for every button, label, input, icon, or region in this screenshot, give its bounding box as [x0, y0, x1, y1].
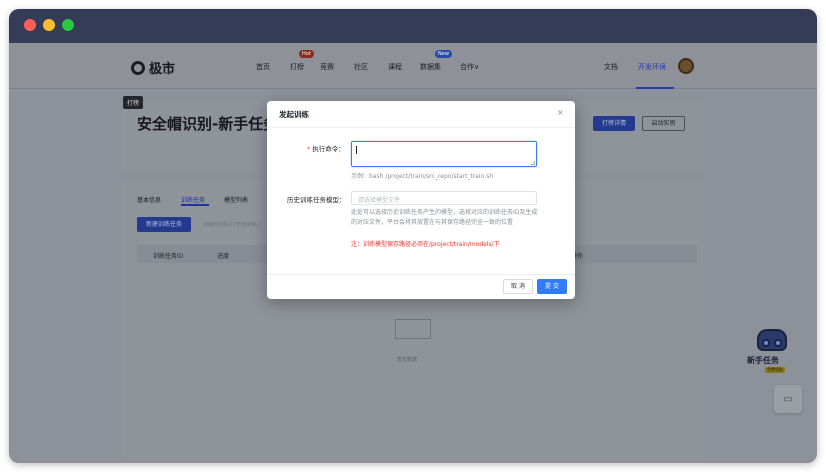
dialog-footer-divider [267, 274, 575, 275]
tab-training-tasks[interactable]: 训练任务 [181, 195, 205, 204]
promo-label: 新手任务 [747, 356, 779, 365]
model-path-warning: 注：训练模型保存路径必须在/project/train/models/下 [351, 241, 500, 248]
command-example: 示例：bash /project/train/src_repo/start_tr… [351, 173, 494, 180]
nav-item-cooperation[interactable]: 合作∨ [460, 62, 479, 72]
nav-active-indicator [636, 87, 674, 89]
new-badge: New [435, 50, 452, 58]
logo[interactable]: 极市 EXTREMA MART [131, 58, 175, 77]
tab-basic-info[interactable]: 基本信息 [137, 195, 161, 204]
chat-support-button[interactable]: ▭ [774, 385, 802, 413]
dialog-title: 发起训练 [279, 110, 309, 119]
nav-item-home[interactable]: 首页 [256, 62, 270, 72]
newbie-task-promo[interactable]: 新手任务 免费领取 [747, 327, 803, 375]
start-training-dialog: 发起训练 × * 执行命令： 示例：bash /project/train/src… [267, 101, 575, 299]
page-title: 安全帽识别-新手任务 [137, 115, 279, 133]
app-window: 极市 EXTREMA MART 首页 打榜 Hot 竞赛 社区 课程 数据集 N… [9, 9, 817, 463]
window-titlebar [9, 9, 817, 43]
nav-item-dev-env[interactable]: 开发环境 [638, 62, 666, 72]
nav-item-docs[interactable]: 文档 [604, 62, 618, 72]
tab-active-indicator [181, 204, 209, 206]
column-header-task-id: 训练任务ID [153, 253, 184, 260]
task-type-tag: 打榜 [123, 96, 144, 109]
empty-box-icon [395, 319, 431, 339]
tab-model-list[interactable]: 模型列表 [224, 195, 248, 204]
promo-sublabel: 免费领取 [765, 367, 785, 373]
new-training-task-button[interactable]: 新建训练任务 [137, 217, 191, 232]
top-navbar: 极市 EXTREMA MART 首页 打榜 Hot 竞赛 社区 课程 数据集 N… [9, 43, 817, 89]
cancel-button[interactable]: 取 消 [503, 279, 533, 294]
window-zoom-button[interactable] [62, 19, 74, 31]
logo-subtext: EXTREMA MART [149, 71, 173, 75]
close-icon[interactable]: × [557, 108, 564, 117]
nav-item-courses[interactable]: 课程 [388, 62, 402, 72]
window-close-button[interactable] [24, 19, 36, 31]
start-instance-button[interactable]: 启动实例 [642, 116, 685, 131]
command-label: * 执行命令： [307, 145, 345, 153]
leaderboard-detail-button[interactable]: 打榜详情 [593, 116, 635, 131]
column-header-progress: 进度 [217, 253, 230, 260]
empty-state-text: 暂无数据 [397, 357, 418, 363]
dialog-header-divider [267, 127, 575, 128]
nav-item-datasets[interactable]: 数据集 [420, 62, 441, 72]
resize-handle-icon[interactable] [531, 161, 535, 165]
toolbar-hint: 训练时间超过7天自动停止 [203, 222, 262, 228]
window-minimize-button[interactable] [43, 19, 55, 31]
history-model-help: 此处可以选择历史训练任务产生的模型，选择对应的训练任务ID及生成的对应文件，平台… [351, 209, 538, 226]
command-textarea[interactable] [351, 141, 537, 167]
hot-badge: Hot [299, 50, 314, 58]
history-model-select[interactable]: 请选择模型文件 [351, 191, 537, 205]
nav-item-competition[interactable]: 竞赛 [320, 62, 334, 72]
required-mark: * [307, 145, 311, 153]
user-avatar[interactable] [678, 58, 694, 74]
submit-button[interactable]: 提 交 [537, 279, 567, 294]
chat-icon: ▭ [783, 393, 793, 405]
logo-mark-icon [131, 60, 145, 75]
history-model-placeholder: 请选择模型文件 [358, 197, 401, 204]
robot-eye-icon [762, 339, 770, 347]
nav-item-community[interactable]: 社区 [354, 62, 368, 72]
nav-item-leaderboard[interactable]: 打榜 [290, 62, 304, 72]
robot-eye-icon [774, 339, 782, 347]
history-model-label: 历史训练任务模型： [287, 196, 346, 204]
text-caret [356, 146, 357, 154]
robot-mascot-icon [757, 329, 787, 351]
